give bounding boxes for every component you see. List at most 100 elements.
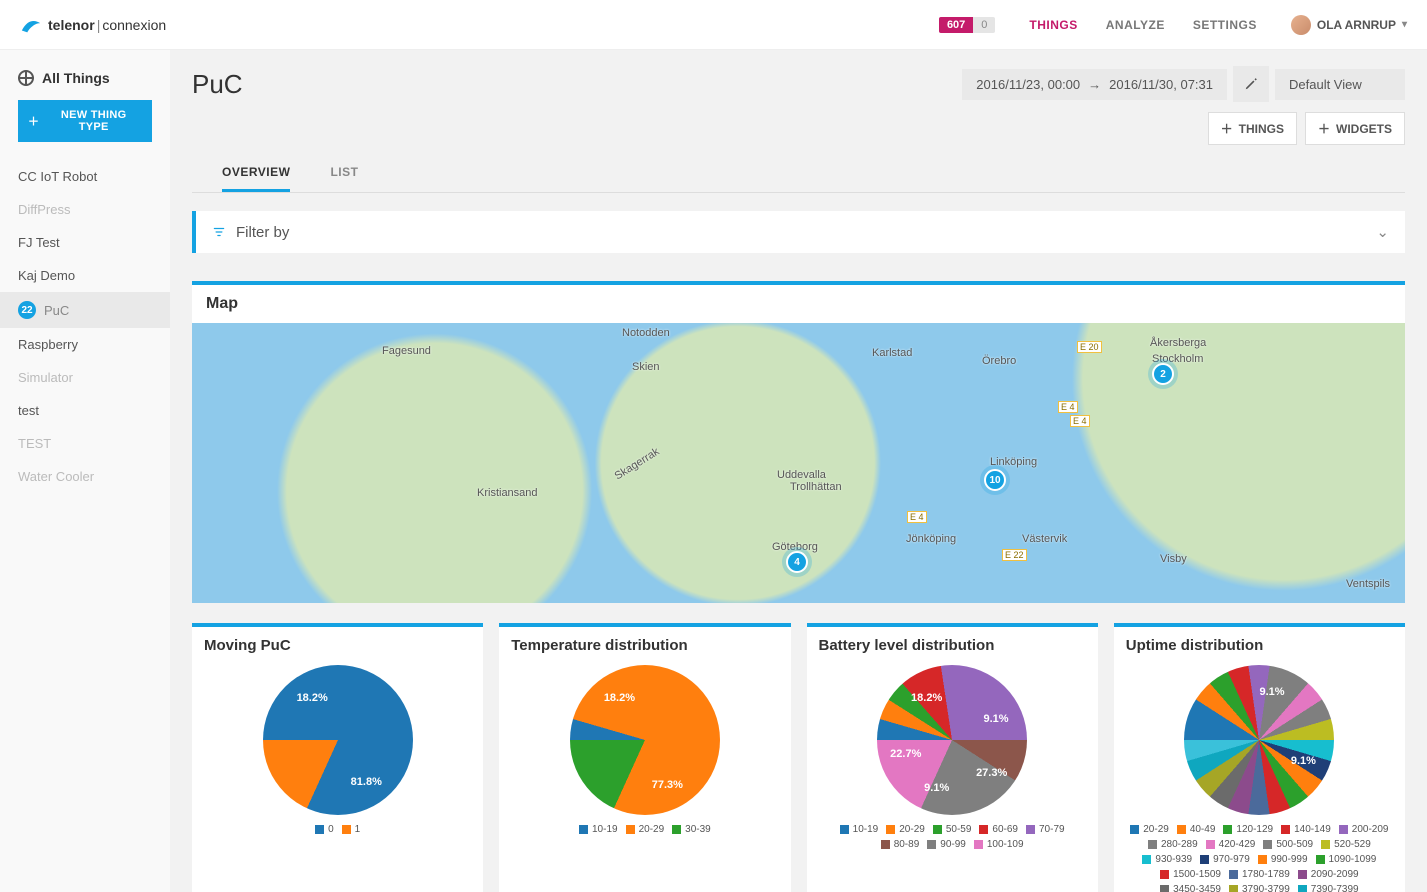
widget-title: Uptime distribution xyxy=(1126,637,1393,654)
pie-chart: 81.8%18.2% xyxy=(263,665,413,815)
legend-item: 60-69 xyxy=(979,824,1018,835)
map-label: Karlstad xyxy=(872,347,912,359)
nav-analyze[interactable]: ANALYZE xyxy=(1106,18,1165,32)
sidebar-item-fj-test[interactable]: FJ Test xyxy=(0,226,170,259)
legend: 10-1920-2930-39 xyxy=(511,824,778,835)
pie-slice-label: 9.1% xyxy=(983,713,1008,725)
legend-item: 10-19 xyxy=(840,824,879,835)
view-select[interactable]: Default View xyxy=(1275,69,1405,100)
legend-swatch xyxy=(1229,885,1238,892)
legend-item: 1780-1789 xyxy=(1229,869,1290,880)
legend-item: 70-79 xyxy=(1026,824,1065,835)
filter-icon xyxy=(212,225,226,239)
user-menu[interactable]: OLA ARNRUP ▾ xyxy=(1291,15,1407,35)
legend-item: 20-29 xyxy=(1130,824,1169,835)
edit-button[interactable] xyxy=(1233,66,1269,102)
sidebar: All Things ＋ NEW THING TYPE CC IoT Robot… xyxy=(0,50,170,892)
legend-swatch xyxy=(1298,870,1307,879)
legend-item: 2090-2099 xyxy=(1298,869,1359,880)
user-name: OLA ARNRUP xyxy=(1317,18,1396,32)
legend: 10-1920-2950-5960-6970-7980-8990-99100-1… xyxy=(819,824,1086,850)
map[interactable]: NotoddenFagesundSkienKristiansandSkagerr… xyxy=(192,323,1405,603)
brand-logo[interactable]: telenor|connexion xyxy=(20,14,166,36)
sidebar-all-things[interactable]: All Things xyxy=(0,70,170,100)
tab-list[interactable]: LIST xyxy=(330,155,358,192)
map-label: Visby xyxy=(1160,553,1187,565)
new-thing-type-button[interactable]: ＋ NEW THING TYPE xyxy=(18,100,152,142)
map-label: Skien xyxy=(632,361,660,373)
map-label: Ventspils xyxy=(1346,578,1390,590)
sidebar-item-simulator[interactable]: Simulator xyxy=(0,361,170,394)
widget-3: Uptime distribution 9.1%9.1% 20-29 40-49 120… xyxy=(1114,623,1405,892)
map-label: Jönköping xyxy=(906,533,956,545)
legend-swatch xyxy=(1160,870,1169,879)
add-widgets-button[interactable]: ＋WIDGETS xyxy=(1305,112,1405,145)
legend-swatch xyxy=(1206,840,1215,849)
legend-item: 420-429 xyxy=(1206,839,1256,850)
chevron-down-icon: ▾ xyxy=(1402,19,1407,30)
legend-item: 520-529 xyxy=(1321,839,1371,850)
sidebar-item-test[interactable]: test xyxy=(0,394,170,427)
globe-icon xyxy=(18,70,34,86)
legend-item: 120-129 xyxy=(1223,824,1273,835)
sidebar-item-raspberry[interactable]: Raspberry xyxy=(0,328,170,361)
legend-item: 20-29 xyxy=(886,824,925,835)
legend: 20-2940-49120-129140-149200-209280-28942… xyxy=(1126,824,1393,892)
legend-swatch xyxy=(1026,825,1035,834)
legend-item: 200-209 xyxy=(1339,824,1389,835)
widget-title: Moving PuC xyxy=(204,637,471,654)
legend-item: 1500-1509 xyxy=(1160,869,1221,880)
map-label: Linköping xyxy=(990,456,1037,468)
legend-swatch xyxy=(933,825,942,834)
plus-icon: ＋ xyxy=(28,113,39,129)
legend-item: 1 xyxy=(342,824,361,835)
map-marker[interactable]: 4 xyxy=(786,551,808,573)
nav-settings[interactable]: SETTINGS xyxy=(1193,18,1257,32)
legend-item: 3450-3459 xyxy=(1160,884,1221,892)
legend-item: 90-99 xyxy=(927,839,966,850)
pie-slice-label: 9.1% xyxy=(924,782,949,794)
legend-item: 40-49 xyxy=(1177,824,1216,835)
map-marker[interactable]: 2 xyxy=(1152,363,1174,385)
pie-slice-label: 18.2% xyxy=(604,692,635,704)
sidebar-item-test[interactable]: TEST xyxy=(0,427,170,460)
chevron-down-icon: ⌄ xyxy=(1376,223,1389,241)
page-title: PuC xyxy=(192,69,962,100)
tab-overview[interactable]: OVERVIEW xyxy=(222,155,290,192)
legend-item: 280-289 xyxy=(1148,839,1198,850)
notification-badges[interactable]: 607 0 xyxy=(939,17,995,33)
add-things-button[interactable]: ＋THINGS xyxy=(1208,112,1297,145)
road-badge: E 22 xyxy=(1002,549,1027,561)
legend-swatch xyxy=(1339,825,1348,834)
pie-chart: 77.3%18.2% xyxy=(570,665,720,815)
sidebar-item-water-cooler[interactable]: Water Cooler xyxy=(0,460,170,493)
date-range-picker[interactable]: 2016/11/23, 00:00 → 2016/11/30, 07:31 xyxy=(962,69,1227,100)
legend-swatch xyxy=(886,825,895,834)
count-badge: 22 xyxy=(18,301,36,319)
pie-chart: 9.1%9.1% xyxy=(1184,665,1334,815)
legend-swatch xyxy=(1263,840,1272,849)
tabs: OVERVIEW LIST xyxy=(192,155,1405,193)
pie-slice-label: 18.2% xyxy=(297,692,328,704)
legend-item: 100-109 xyxy=(974,839,1024,850)
sidebar-item-kaj-demo[interactable]: Kaj Demo xyxy=(0,259,170,292)
arrow-right-icon: → xyxy=(1088,77,1101,92)
sidebar-item-puc[interactable]: 22PuC xyxy=(0,292,170,328)
sidebar-item-diffpress[interactable]: DiffPress xyxy=(0,193,170,226)
legend-swatch xyxy=(1177,825,1186,834)
avatar xyxy=(1291,15,1311,35)
legend-item: 930-939 xyxy=(1142,854,1192,865)
filter-bar[interactable]: Filter by ⌄ xyxy=(192,211,1405,253)
map-title: Map xyxy=(192,285,1405,323)
pie-chart: 9.1%27.3%9.1%22.7%18.2% xyxy=(877,665,1027,815)
map-marker[interactable]: 10 xyxy=(984,469,1006,491)
pie-slice-label: 18.2% xyxy=(911,692,942,704)
nav-things[interactable]: THINGS xyxy=(1029,18,1077,32)
topbar: telenor|connexion 607 0 THINGS ANALYZE SET… xyxy=(0,0,1427,50)
map-label: Trollhättan xyxy=(790,481,842,493)
map-label: Örebro xyxy=(982,355,1016,367)
legend-swatch xyxy=(1130,825,1139,834)
legend-swatch xyxy=(974,840,983,849)
sidebar-item-cc-iot-robot[interactable]: CC IoT Robot xyxy=(0,160,170,193)
map-label: Uddevalla xyxy=(777,469,826,481)
